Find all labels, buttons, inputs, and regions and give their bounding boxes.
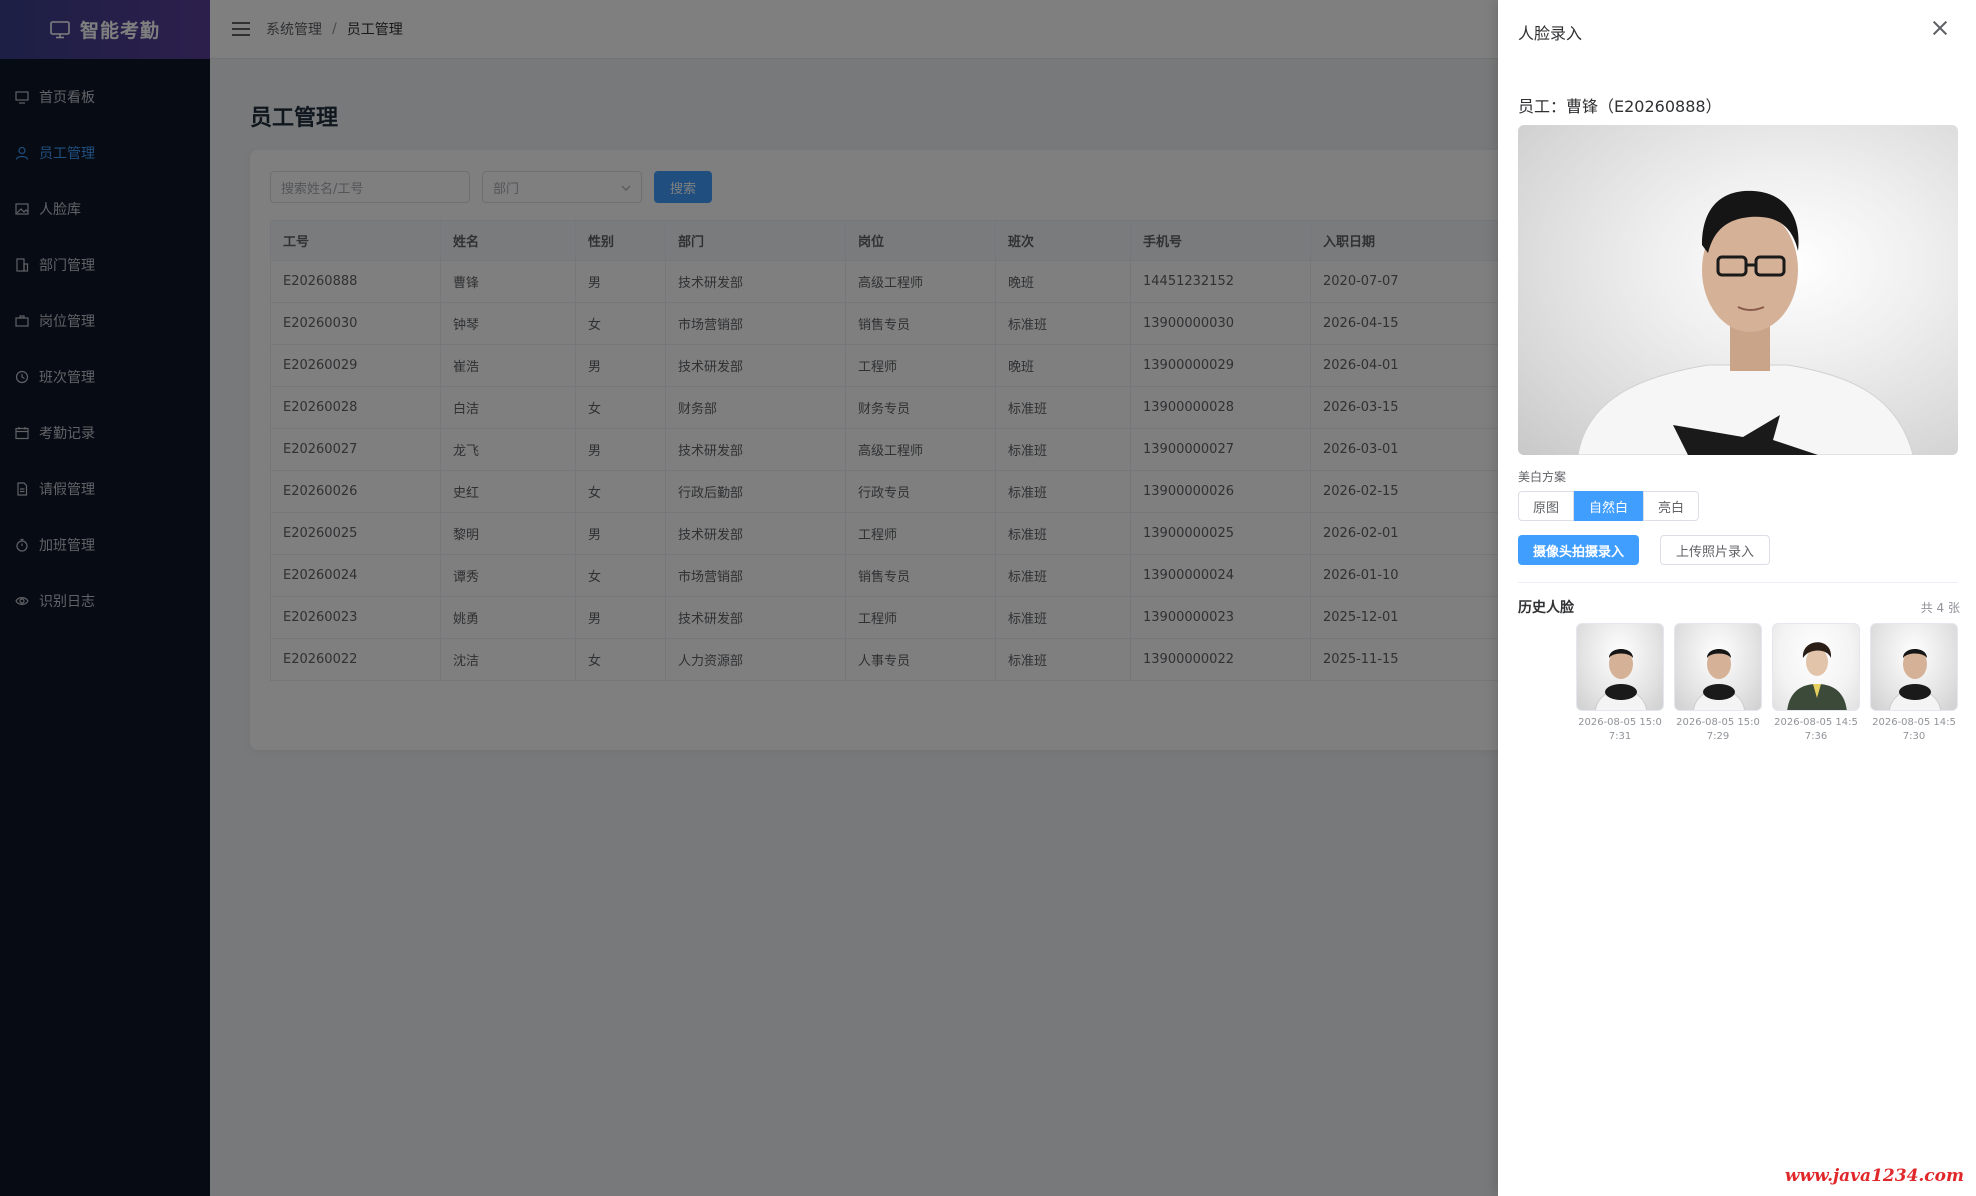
employee-info: 员工：曹锋（E20260888） xyxy=(1518,97,1722,116)
history-face-item[interactable]: 2026-08-05 14:57:30 xyxy=(1870,623,1958,744)
face-thumbnail xyxy=(1870,623,1958,711)
history-title: 历史人脸 xyxy=(1518,600,1574,616)
history-face-list: 2026-08-05 15:07:31 2026-08-05 15:07:29 … xyxy=(1576,623,1968,744)
beauty-option-bright[interactable]: 亮白 xyxy=(1643,491,1700,521)
beauty-option-original[interactable]: 原图 xyxy=(1518,491,1575,521)
beauty-option-natural[interactable]: 自然白 xyxy=(1574,491,1644,521)
beauty-segmented-control: 原图 自然白 亮白 xyxy=(1518,491,1700,521)
camera-feed-person xyxy=(1577,190,1914,455)
camera-preview xyxy=(1518,125,1958,455)
history-count: 共 4 张 xyxy=(1920,601,1960,615)
history-face-item[interactable]: 2026-08-05 15:07:31 xyxy=(1576,623,1664,744)
face-thumbnail xyxy=(1772,623,1860,711)
upload-photo-button[interactable]: 上传照片录入 xyxy=(1660,535,1771,565)
beauty-label: 美白方案 xyxy=(1518,470,1567,484)
history-face-time: 2026-08-05 15:07:29 xyxy=(1676,717,1760,742)
drawer-title: 人脸录入 xyxy=(1518,24,1583,43)
drawer-mask[interactable] xyxy=(0,0,1498,1196)
history-face-time: 2026-08-05 15:07:31 xyxy=(1578,717,1662,742)
close-icon[interactable] xyxy=(1932,20,1948,36)
history-face-time: 2026-08-05 14:57:30 xyxy=(1872,717,1956,742)
history-face-time: 2026-08-05 14:57:36 xyxy=(1774,717,1858,742)
divider xyxy=(1518,582,1958,583)
face-thumbnail xyxy=(1674,623,1762,711)
face-enroll-drawer: 人脸录入 员工：曹锋（E20260888） 美白方案 原图 自然白 亮白 摄像头… xyxy=(1498,0,1976,1196)
history-face-item[interactable]: 2026-08-05 14:57:36 xyxy=(1772,623,1860,744)
camera-capture-button[interactable]: 摄像头拍摄录入 xyxy=(1518,535,1640,565)
site-watermark: www.java1234.com xyxy=(1784,1166,1964,1186)
history-face-item[interactable]: 2026-08-05 15:07:29 xyxy=(1674,623,1762,744)
face-thumbnail xyxy=(1576,623,1664,711)
